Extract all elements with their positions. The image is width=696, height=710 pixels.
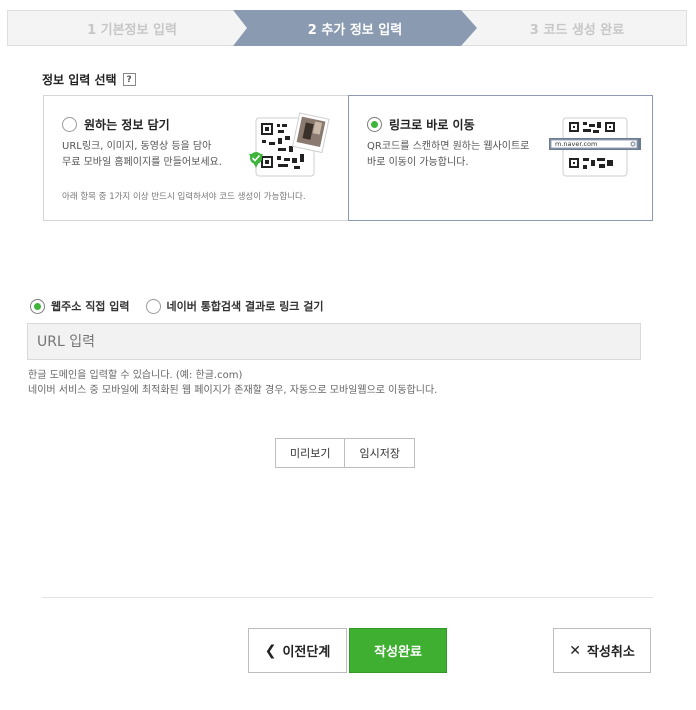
step-2-additional-info: 2 추가 정보 입력 (233, 10, 477, 46)
close-icon: ✕ (569, 642, 581, 659)
url-hint-line2: 네이버 서비스 중 모바일에 최적화된 웹 페이지가 존재할 경우, 자동으로 … (28, 385, 438, 396)
radio-link-naver-search[interactable] (145, 298, 161, 314)
link-type-naver-search-label: 네이버 통합검색 결과로 링크 걸기 (166, 300, 324, 313)
option-direct-link-label: 링크로 바로 이동 (389, 118, 475, 132)
link-type-naver-search[interactable]: 네이버 통합검색 결과로 링크 걸기 (145, 298, 324, 314)
option-custom-info-label: 원하는 정보 담기 (84, 118, 170, 132)
option-direct-link-title: 링크로 바로 이동 (367, 116, 475, 133)
step-2-label: 2 추가 정보 입력 (307, 22, 403, 38)
step-1-label: 1 기본정보 입력 (87, 22, 177, 38)
radio-direct-link[interactable] (367, 117, 382, 132)
option-custom-info-desc-line2: 무료 모바일 홈페이지를 만들어보세요. (62, 157, 222, 168)
option-direct-link[interactable]: 링크로 바로 이동 QR코드를 스캔하면 원하는 웹사이트로 바로 이동이 가능… (348, 95, 653, 221)
link-type-direct[interactable]: 웹주소 직접 입력 (30, 298, 130, 314)
link-type-direct-label: 웹주소 직접 입력 (51, 300, 130, 313)
option-custom-info-title: 원하는 정보 담기 (62, 116, 170, 133)
divider (42, 597, 653, 598)
radio-custom-info[interactable] (62, 117, 77, 132)
section-title: 정보 입력 선택 ? (42, 71, 136, 88)
complete-button[interactable]: 작성완료 (349, 628, 447, 673)
section-title-text: 정보 입력 선택 (42, 73, 117, 87)
cancel-button[interactable]: ✕ 작성취소 (553, 628, 651, 673)
option-custom-info-desc: URL링크, 이미지, 동영상 등을 담아 무료 모바일 홈페이지를 만들어보세… (62, 139, 242, 171)
step-3-code-complete: 3 코드 생성 완료 (447, 10, 687, 46)
qr-with-url-illustration: m.naver.com (549, 116, 641, 178)
option-custom-info-note: 아래 항목 중 1가지 이상 반드시 입력하셔야 코드 생성이 가능합니다. (62, 192, 306, 202)
step-progress-bar: 1 기본정보 입력 3 코드 생성 완료 2 추가 정보 입력 (7, 10, 687, 46)
preview-save-group: 미리보기 임시저장 (275, 438, 415, 468)
link-type-selector: 웹주소 직접 입력 네이버 통합검색 결과로 링크 걸기 (30, 298, 324, 314)
help-icon[interactable]: ? (122, 73, 136, 86)
url-input[interactable] (27, 323, 641, 360)
prev-step-button[interactable]: ❮ 이전단계 (248, 628, 347, 673)
option-direct-link-desc-line2: 바로 이동이 가능합니다. (367, 157, 469, 168)
qr-with-photo-illustration (249, 112, 330, 177)
prev-step-label: 이전단계 (282, 645, 331, 660)
url-sample-text: m.naver.com (555, 140, 598, 148)
option-direct-link-desc-line1: QR코드를 스캔하면 원하는 웹사이트로 (367, 141, 530, 152)
cancel-label: 작성취소 (586, 645, 635, 660)
step-1-basic-info: 1 기본정보 입력 (7, 10, 257, 46)
option-direct-link-desc: QR코드를 스캔하면 원하는 웹사이트로 바로 이동이 가능합니다. (367, 139, 557, 171)
radio-link-direct[interactable] (30, 298, 45, 314)
preview-button[interactable]: 미리보기 (275, 438, 346, 468)
url-hint: 한글 도메인을 입력할 수 있습니다. (예: 한글.com) 네이버 서비스 … (28, 368, 437, 398)
url-hint-line1: 한글 도메인을 입력할 수 있습니다. (예: 한글.com) (28, 370, 243, 381)
step-3-label: 3 코드 생성 완료 (529, 22, 625, 38)
option-custom-info-desc-line1: URL링크, 이미지, 동영상 등을 담아 (62, 141, 212, 152)
temp-save-button[interactable]: 임시저장 (345, 438, 415, 468)
chevron-left-icon: ❮ (264, 642, 277, 659)
option-custom-info[interactable]: 원하는 정보 담기 URL링크, 이미지, 동영상 등을 담아 무료 모바일 홈… (43, 95, 349, 221)
